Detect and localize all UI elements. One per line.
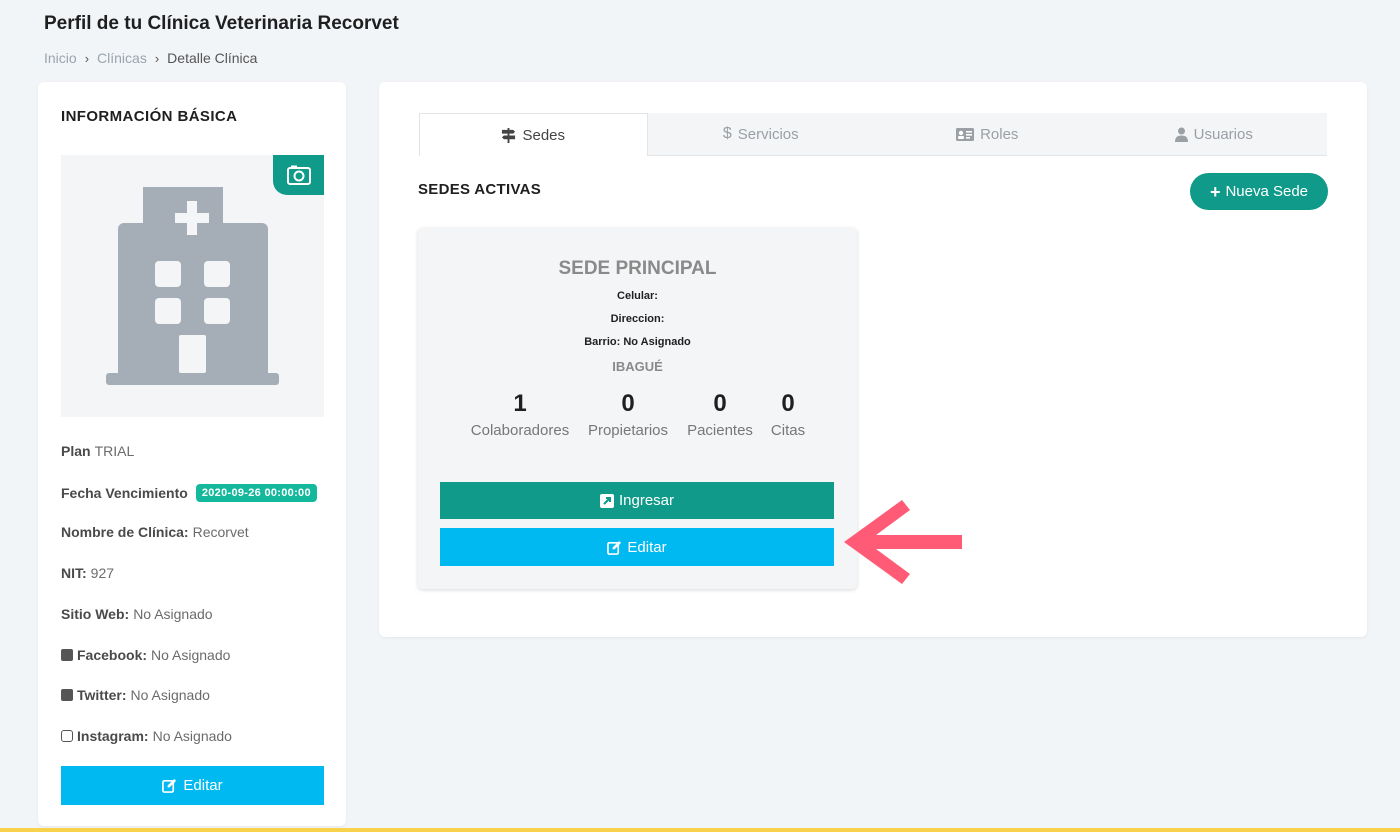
- change-photo-button[interactable]: [273, 155, 324, 195]
- dollar-icon: $: [722, 125, 732, 142]
- basic-info-card: INFORMACIÓN BÁSICA Plan TRIAL Fecha Venc…: [38, 82, 346, 826]
- sede-barrio: Barrio: No Asignado: [584, 336, 691, 348]
- twitter-row: Twitter: No Asignado: [61, 687, 210, 703]
- new-sede-label: Nueva Sede: [1225, 183, 1309, 200]
- external-link-icon: [599, 493, 614, 508]
- edit-clinic-label: Editar: [183, 777, 223, 794]
- facebook-row: Facebook: No Asignado: [61, 647, 230, 663]
- clinic-name-row: Nombre de Clínica: Recorvet: [61, 524, 249, 540]
- bottom-border: [0, 828, 1400, 832]
- stat-pacientes: 0 Pacientes: [683, 388, 757, 439]
- stat-label: Pacientes: [687, 422, 753, 439]
- sede-name: SEDE PRINCIPAL: [558, 258, 717, 279]
- id-card-icon: [956, 127, 975, 141]
- stat-citas: 0 Citas: [767, 388, 809, 439]
- facebook-label: Facebook:: [77, 647, 148, 663]
- signpost-icon: [502, 127, 516, 143]
- twitter-value: No Asignado: [130, 687, 210, 703]
- new-sede-button[interactable]: + Nueva Sede: [1190, 173, 1328, 210]
- arrow-left-icon: [844, 500, 962, 584]
- sede-city: IBAGUÉ: [612, 359, 663, 374]
- sedes-activas-title: SEDES ACTIVAS: [418, 181, 542, 198]
- stat-value: 1: [513, 390, 527, 417]
- chevron-right-icon: ›: [154, 50, 160, 66]
- clinic-image: [61, 155, 324, 417]
- stat-label: Colaboradores: [470, 422, 570, 439]
- expiry-label: Fecha Vencimiento: [61, 485, 188, 501]
- nit-label: NIT:: [61, 565, 87, 581]
- edit-icon: [607, 540, 622, 555]
- enter-sede-label: Ingresar: [618, 492, 675, 509]
- stat-value: 0: [781, 390, 795, 417]
- tab-roles[interactable]: Roles: [874, 113, 1101, 155]
- plan-value: TRIAL: [94, 443, 135, 459]
- twitter-label: Twitter:: [77, 687, 127, 703]
- sede-direccion: Direccion:: [610, 313, 665, 325]
- tab-bar: Sedes $ Servicios Roles Usuarios: [419, 113, 1327, 156]
- expiry-row: Fecha Vencimiento 2020-09-26 00:00:00: [61, 484, 317, 502]
- expiry-badge: 2020-09-26 00:00:00: [195, 484, 317, 502]
- website-row: Sitio Web: No Asignado: [61, 606, 213, 622]
- stat-label: Propietarios: [587, 422, 669, 439]
- stat-label: Citas: [770, 422, 806, 439]
- sede-card: SEDE PRINCIPAL Celular: Direccion: Barri…: [418, 228, 857, 589]
- sede-celular: Celular:: [617, 290, 658, 302]
- tab-usuarios[interactable]: Usuarios: [1101, 113, 1328, 155]
- website-value: No Asignado: [133, 606, 213, 622]
- stat-propietarios: 0 Propietarios: [584, 388, 672, 439]
- edit-clinic-button[interactable]: Editar: [61, 766, 324, 805]
- page-title: Perfil de tu Clínica Veterinaria Recorve…: [44, 13, 399, 34]
- tab-servicios[interactable]: $ Servicios: [648, 113, 875, 155]
- camera-icon: [286, 165, 311, 185]
- breadcrumb: Inicio › Clínicas › Detalle Clínica: [44, 50, 257, 66]
- tab-usuarios-label: Usuarios: [1193, 125, 1253, 143]
- enter-sede-button[interactable]: Ingresar: [440, 482, 834, 519]
- tab-roles-label: Roles: [980, 125, 1019, 143]
- clinic-name-value: Recorvet: [192, 524, 249, 540]
- stat-value: 0: [713, 390, 727, 417]
- tab-sedes-label: Sedes: [522, 126, 566, 144]
- plan-row: Plan TRIAL: [61, 443, 134, 459]
- twitter-icon: [61, 689, 73, 701]
- nit-row: NIT: 927: [61, 565, 114, 581]
- instagram-icon: [61, 730, 73, 742]
- instagram-label: Instagram:: [77, 728, 149, 744]
- basic-info-title: INFORMACIÓN BÁSICA: [61, 108, 238, 125]
- instagram-value: No Asignado: [152, 728, 232, 744]
- breadcrumb-clinics[interactable]: Clínicas: [97, 50, 147, 66]
- facebook-value: No Asignado: [151, 647, 231, 663]
- plan-label: Plan: [61, 443, 91, 459]
- chevron-right-icon: ›: [84, 50, 90, 66]
- user-doctor-icon: [1174, 127, 1188, 142]
- instagram-row: Instagram: No Asignado: [61, 728, 232, 744]
- breadcrumb-current: Detalle Clínica: [167, 50, 258, 66]
- nit-value: 927: [90, 565, 115, 581]
- website-label: Sitio Web:: [61, 606, 130, 622]
- stat-value: 0: [621, 390, 635, 417]
- tab-servicios-label: Servicios: [737, 125, 799, 143]
- breadcrumb-home[interactable]: Inicio: [44, 50, 77, 66]
- edit-sede-button[interactable]: Editar: [440, 528, 834, 566]
- plus-icon: +: [1209, 181, 1221, 202]
- clinic-name-label: Nombre de Clínica:: [61, 524, 189, 540]
- edit-sede-label: Editar: [627, 538, 667, 556]
- edit-icon: [162, 778, 177, 793]
- stat-colaboradores: 1 Colaboradores: [469, 388, 571, 439]
- facebook-icon: [61, 649, 73, 661]
- tab-sedes[interactable]: Sedes: [419, 113, 648, 156]
